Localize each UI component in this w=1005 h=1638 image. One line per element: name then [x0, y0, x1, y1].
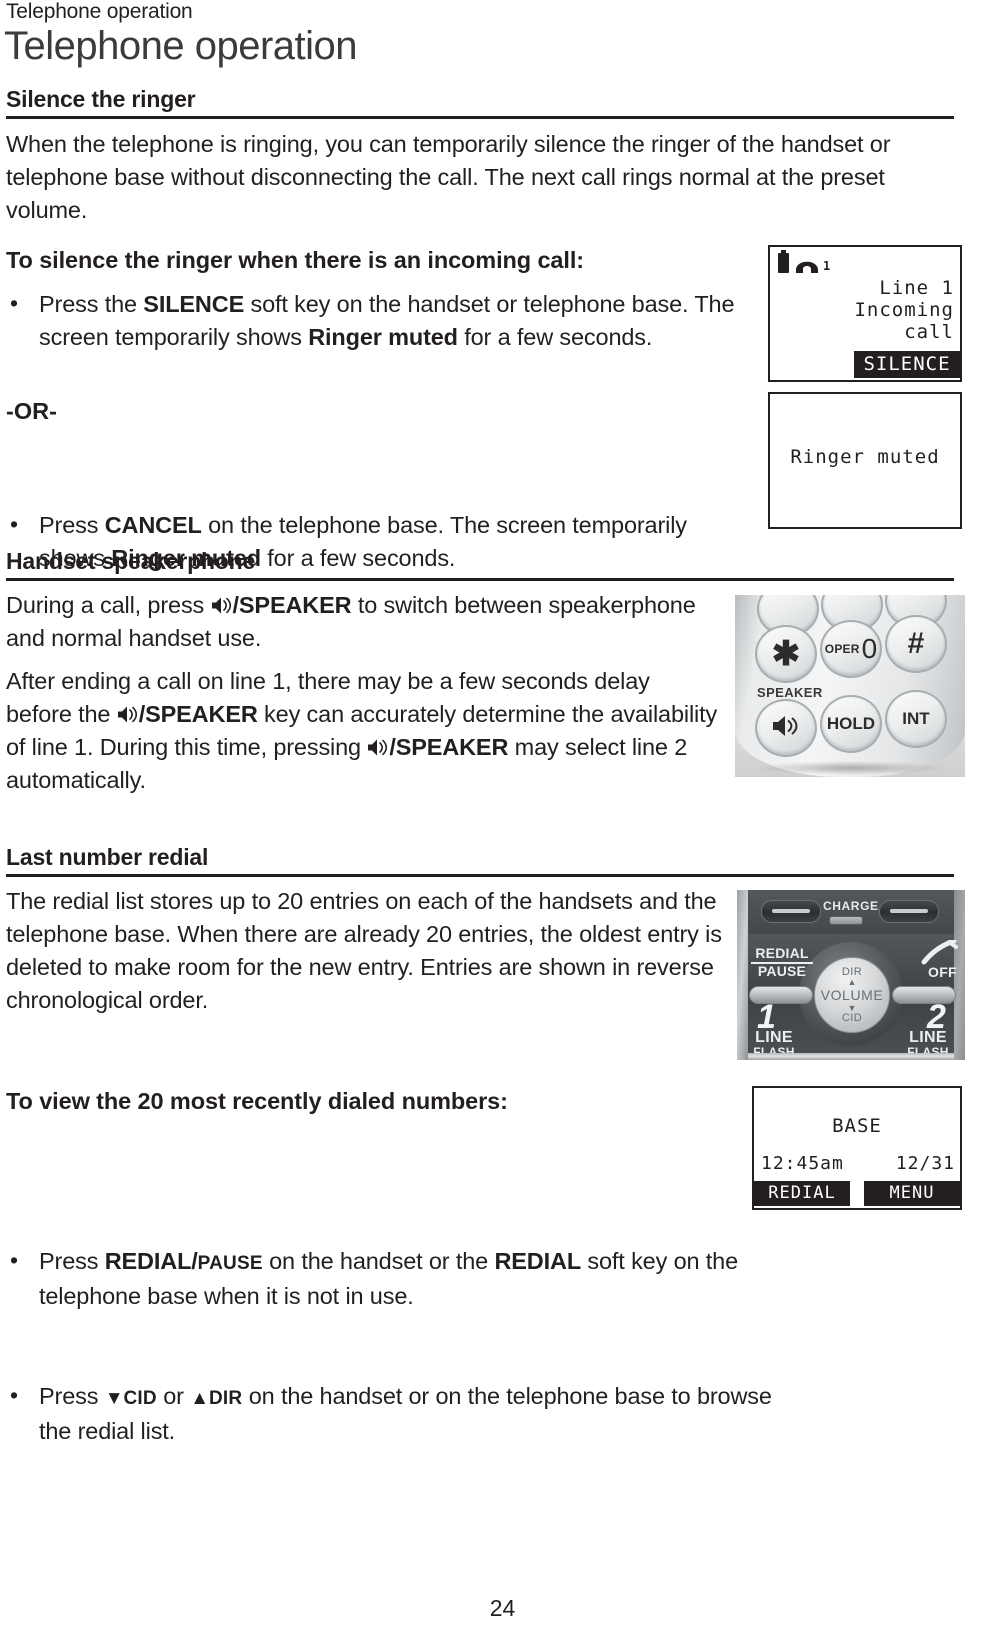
- bullet-text-1: Press: [39, 512, 105, 538]
- key-zero-label: 0: [861, 633, 878, 664]
- section-paragraph-speakerphone-1: During a call, press /SPEAKER to switch …: [6, 589, 718, 655]
- bullet-marker: •: [10, 1247, 18, 1273]
- section-paragraph-speakerphone-2: After ending a call on line 1, there may…: [6, 665, 718, 797]
- telephone-base-photo: CHARGE DIR ▲ VOLUME ▼ CID REDIAL PAUSE O…: [737, 890, 965, 1060]
- lcd-line-2: Incoming: [854, 299, 954, 321]
- base-bottom-edge: [748, 1053, 954, 1060]
- bullet-text-1: Press the: [39, 291, 144, 317]
- base-softkey-left[interactable]: [761, 900, 821, 923]
- softkey-sheen: [772, 908, 810, 913]
- handset-shadow: [753, 761, 947, 775]
- pause-label: PAUSE: [757, 963, 807, 979]
- redial-pause-label[interactable]: REDIAL PAUSE: [751, 946, 813, 979]
- redial-label: REDIAL: [751, 946, 813, 964]
- bold-pause: PAUSE: [197, 1253, 263, 1274]
- bold-redial-slash: REDIAL/: [104, 1248, 198, 1274]
- section-paragraph-silence-the-ringer: When the telephone is ringing, you can t…: [6, 131, 891, 223]
- lcd-screen-ringer-muted: Ringer muted: [768, 392, 962, 529]
- lcd-base-date: 12/31: [895, 1153, 955, 1174]
- bold-cancel: CANCEL: [104, 512, 202, 538]
- bold-ringer-muted: Ringer muted: [308, 324, 458, 350]
- lcd-base-title: BASE: [832, 1115, 882, 1137]
- lcd-screen-base-idle: BASE 12:45am 12/31 REDIAL MENU: [752, 1086, 962, 1210]
- bullet-text-1: Press: [39, 1383, 105, 1409]
- triangle-down-icon: ▼: [104, 1388, 124, 1409]
- key-hold[interactable]: HOLD: [820, 695, 882, 753]
- bold-dir: DIR: [209, 1388, 243, 1409]
- lcd-softkey-menu[interactable]: MENU: [864, 1181, 960, 1206]
- lcd-screen-incoming-call: 1 Line 1 Incoming call SILENCE: [768, 245, 962, 382]
- bullet-text-2: on the handset or the: [262, 1248, 495, 1274]
- bullet-press-silence: • Press the SILENCE soft key on the hands…: [6, 288, 779, 354]
- section-paragraph-last-number-redial: The redial list stores up to 20 entries …: [6, 888, 722, 1013]
- bold-redial: REDIAL: [494, 1248, 582, 1274]
- triangle-up-icon: ▲: [190, 1388, 210, 1409]
- navigation-wheel-center[interactable]: DIR ▲ VOLUME ▼ CID: [814, 957, 890, 1033]
- lcd-status-icons: 1: [778, 250, 831, 274]
- section-heading-last-number-redial: Last number redial: [6, 844, 954, 877]
- bold-speaker-key-1: /SPEAKER: [232, 592, 352, 618]
- key-star[interactable]: ✱: [755, 625, 817, 683]
- base-softkey-right[interactable]: [879, 900, 939, 923]
- charge-label: CHARGE: [823, 899, 879, 913]
- line-label: LINE: [909, 1029, 947, 1046]
- lcd-line-3: call: [904, 321, 954, 343]
- manual-page: Telephone operation Telephone operation …: [0, 0, 1005, 1638]
- bullet-text-1: Press: [39, 1248, 105, 1274]
- off-label: OFF: [928, 964, 957, 980]
- handset-icon: [794, 253, 820, 274]
- page-number: 24: [489, 1595, 516, 1621]
- handset-number-label: 1: [823, 259, 831, 273]
- line2-key[interactable]: [892, 986, 956, 1004]
- or-separator: -OR-: [6, 398, 57, 424]
- bullet-marker: •: [10, 511, 18, 537]
- key-oper-label: OPER: [824, 642, 860, 656]
- lead-silence-incoming-call: To silence the ringer when there is an i…: [6, 247, 584, 273]
- speaker-icon: [367, 738, 389, 757]
- speaker-icon: [211, 596, 233, 615]
- triangle-down-icon: ▼: [847, 1003, 857, 1013]
- bold-speaker-key-1: /SPEAKER: [138, 701, 258, 727]
- lcd-softkey-redial[interactable]: REDIAL: [754, 1181, 850, 1206]
- softkey-sheen: [890, 908, 928, 913]
- speaker-icon: [117, 705, 139, 724]
- key-zero-oper[interactable]: OPER 0: [820, 620, 882, 678]
- bold-silence: SILENCE: [143, 291, 245, 317]
- speaker-icon: [771, 714, 801, 743]
- lcd-message-ringer-muted: Ringer muted: [790, 446, 940, 468]
- bold-speaker-key-2: /SPEAKER: [389, 734, 509, 760]
- lcd-line-1: Line 1: [879, 277, 954, 299]
- handset-keypad-photo: ✱ OPER 0 # SPEAKER HOLD INT: [735, 595, 965, 777]
- speaker-key-caption: SPEAKER: [757, 685, 823, 700]
- bullet-text-2: or: [156, 1383, 191, 1409]
- key-int[interactable]: INT: [885, 690, 947, 748]
- key-hash[interactable]: #: [885, 615, 947, 673]
- bullet-marker: •: [10, 290, 18, 316]
- charge-indicator-icon: [829, 916, 863, 925]
- section-heading-handset-speakerphone: Handset speakerphone: [6, 548, 954, 581]
- key-speaker[interactable]: [755, 699, 817, 757]
- running-head: Telephone operation: [6, 0, 193, 23]
- para-text-1: During a call, press: [6, 592, 211, 618]
- bold-cid: CID: [123, 1388, 157, 1409]
- wheel-down-label: CID: [841, 1012, 863, 1024]
- lcd-softkey-silence[interactable]: SILENCE: [854, 351, 960, 378]
- triangle-up-icon: ▲: [847, 977, 857, 987]
- bullet-marker: •: [10, 1382, 18, 1408]
- bullet-press-cid-dir: • Press ▼CID or ▲DIR on the handset or on…: [6, 1380, 779, 1448]
- section-heading-silence-the-ringer: Silence the ringer: [6, 86, 954, 119]
- lead-view-recent-numbers: To view the 20 most recently dialed numb…: [6, 1088, 508, 1114]
- lcd-base-time: 12:45am: [761, 1153, 844, 1174]
- battery-icon: [778, 250, 789, 273]
- line-label: LINE: [755, 1029, 793, 1046]
- bullet-press-redial-pause: • Press REDIAL/PAUSE on the handset or th…: [6, 1245, 779, 1313]
- page-title: Telephone operation: [4, 24, 358, 68]
- wheel-volume-label: VOLUME: [820, 987, 884, 1003]
- bullet-text-3: for a few seconds.: [457, 324, 653, 350]
